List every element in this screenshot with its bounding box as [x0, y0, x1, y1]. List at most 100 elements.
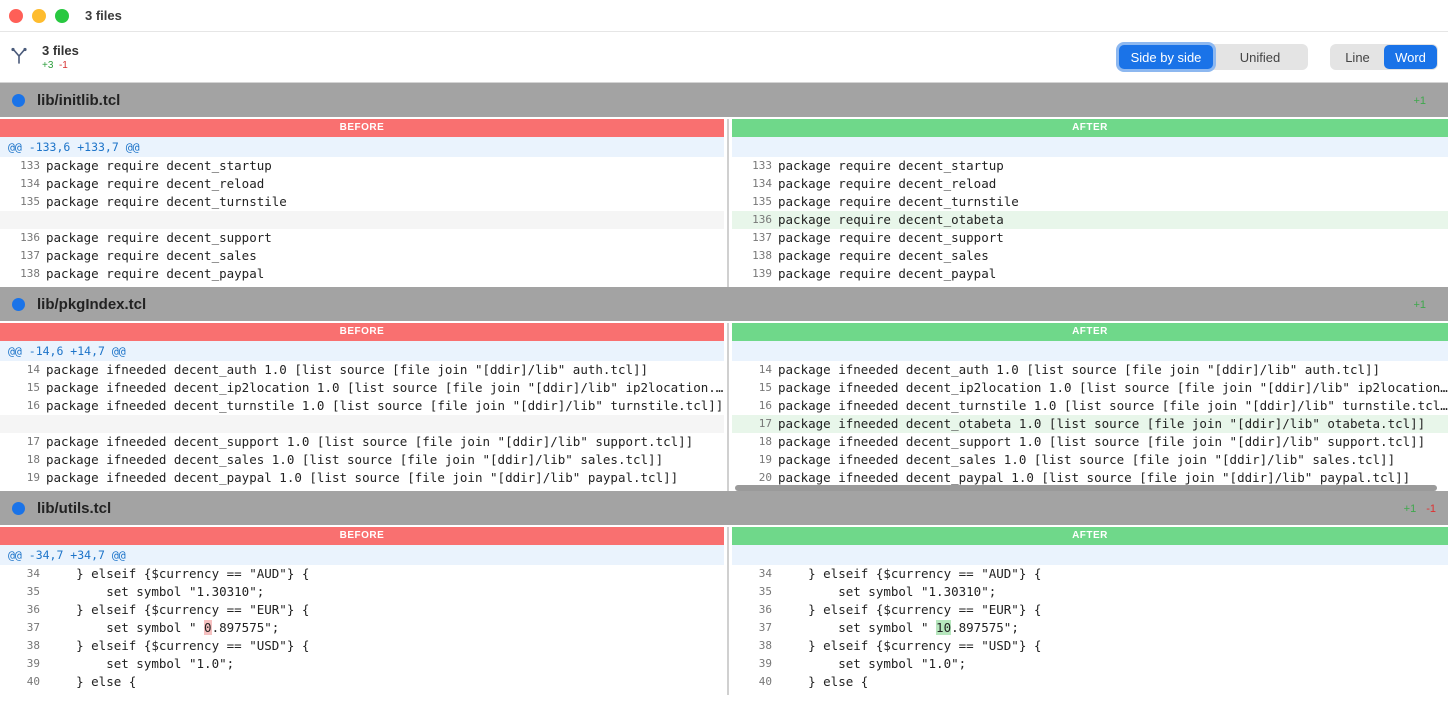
- diff-line: 19 package ifneeded decent_paypal 1.0 [li…: [0, 469, 724, 487]
- checkmark-icon[interactable]: [12, 94, 25, 107]
- diff-line: 136 package require decent_support: [0, 229, 724, 247]
- pane-divider[interactable]: [727, 527, 729, 695]
- line-number: 40: [26, 675, 40, 688]
- line-code: package require decent_reload: [46, 176, 265, 191]
- line-code: } elseif {$currency == "USD"} {: [46, 638, 310, 653]
- summary-additions: +3: [42, 60, 54, 71]
- line-code: package require decent_support: [46, 230, 272, 245]
- line-number: 133: [752, 159, 772, 172]
- pane-divider[interactable]: [727, 323, 729, 491]
- line-number: 138: [20, 267, 40, 280]
- line-number: [0, 211, 46, 229]
- diff-line: 14 package ifneeded decent_auth 1.0 [list…: [732, 361, 1448, 379]
- line-code: package ifneeded decent_sales 1.0 [list …: [778, 452, 1396, 467]
- line-number: 19: [26, 471, 40, 484]
- line-button[interactable]: Line: [1331, 45, 1384, 69]
- file-name: lib/pkgIndex.tcl: [37, 296, 147, 313]
- diff-line: 39 set symbol "1.0";: [0, 655, 724, 673]
- diff-line: 35 set symbol "1.30310";: [0, 583, 724, 601]
- line-code: package ifneeded decent_sales 1.0 [list …: [46, 452, 664, 467]
- word-deletion-highlight: 0: [204, 620, 212, 635]
- before-label: BEFORE: [0, 119, 724, 137]
- line-number: 35: [758, 585, 772, 598]
- file-header[interactable]: lib/utils.tcl +1 -1: [0, 491, 1448, 525]
- diff-line: 14 package ifneeded decent_auth 1.0 [list…: [0, 361, 724, 379]
- close-window-button[interactable]: [9, 9, 23, 23]
- word-addition-highlight: 10: [936, 620, 952, 635]
- word-button[interactable]: Word: [1384, 45, 1437, 69]
- window-title: 3 files: [85, 8, 122, 23]
- diff-line: 34 } elseif {$currency == "AUD"} {: [0, 565, 724, 583]
- line-number: [0, 415, 46, 433]
- diff-line: 38 } elseif {$currency == "USD"} {: [732, 637, 1448, 655]
- pane-divider[interactable]: [727, 119, 729, 287]
- diff-line: 15 package ifneeded decent_ip2location 1.…: [732, 379, 1448, 397]
- file-additions: +1: [1403, 503, 1417, 515]
- line-code: package require decent_turnstile: [46, 194, 287, 209]
- after-pane: AFTER 133 package require decent_startup 13…: [732, 119, 1448, 287]
- zoom-window-button[interactable]: [55, 9, 69, 23]
- line-number: 39: [26, 657, 40, 670]
- hunk-header: @@ -34,7 +34,7 @@: [0, 545, 724, 565]
- line-number: 137: [752, 231, 772, 244]
- minimize-window-button[interactable]: [32, 9, 46, 23]
- line-code: package require decent_paypal: [778, 266, 997, 281]
- hunk-header: [732, 137, 1448, 157]
- line-code: package ifneeded decent_auth 1.0 [list s…: [778, 362, 1381, 377]
- diff-line: 36 } elseif {$currency == "EUR"} {: [732, 601, 1448, 619]
- diff-line: 18 package ifneeded decent_sales 1.0 [lis…: [0, 451, 724, 469]
- diff-line: 133 package require decent_startup: [732, 157, 1448, 175]
- diff-line: 137 package require decent_support: [732, 229, 1448, 247]
- file-header[interactable]: lib/pkgIndex.tcl +1: [0, 287, 1448, 321]
- line-code: set symbol " 0.897575";: [46, 619, 724, 637]
- side-by-side-button[interactable]: Side by side: [1119, 45, 1213, 69]
- diff-line: 35 set symbol "1.30310";: [732, 583, 1448, 601]
- line-number: 135: [752, 195, 772, 208]
- diff-line: 34 } elseif {$currency == "AUD"} {: [732, 565, 1448, 583]
- line-code: package ifneeded decent_auth 1.0 [list s…: [46, 362, 649, 377]
- file-header[interactable]: lib/initlib.tcl +1: [0, 83, 1448, 117]
- checkmark-icon[interactable]: [12, 298, 25, 311]
- diff-line: 18 package ifneeded decent_support 1.0 [l…: [732, 433, 1448, 451]
- line-number: 38: [758, 639, 772, 652]
- file-stats: +1: [1413, 95, 1436, 107]
- diff-line: 37 set symbol " 10.897575";: [732, 619, 1448, 637]
- line-code: } elseif {$currency == "EUR"} {: [46, 602, 310, 617]
- line-number: 17: [758, 417, 772, 430]
- file-name: lib/utils.tcl: [37, 500, 112, 517]
- line-number: 16: [26, 399, 40, 412]
- line-code: } else {: [46, 674, 137, 689]
- line-number: 37: [26, 621, 40, 634]
- diff-line: [0, 211, 724, 229]
- line-code: package ifneeded decent_turnstile 1.0 [l…: [778, 398, 1448, 413]
- line-number: 139: [752, 267, 772, 280]
- file-section: lib/initlib.tcl +1 BEFORE @@ -133,6 +133,…: [0, 83, 1448, 287]
- line-code: set symbol "1.0";: [46, 656, 235, 671]
- hunk-header: [732, 341, 1448, 361]
- before-pane: BEFORE @@ -133,6 +133,7 @@ 133 package requ…: [0, 119, 724, 287]
- line-code: } elseif {$currency == "USD"} {: [778, 638, 1042, 653]
- diff-line: 133 package require decent_startup: [0, 157, 724, 175]
- line-code: package require decent_reload: [778, 176, 997, 191]
- code-segment: set symbol ": [46, 620, 205, 635]
- line-number: 37: [758, 621, 772, 634]
- code-segment: .897575";: [951, 620, 1019, 635]
- before-label: BEFORE: [0, 323, 724, 341]
- after-label: AFTER: [732, 119, 1448, 137]
- line-code: package ifneeded decent_otabeta 1.0 [lis…: [778, 416, 1426, 431]
- checkmark-icon[interactable]: [12, 502, 25, 515]
- diff-granularity-control: Line Word: [1330, 44, 1438, 70]
- line-number: 133: [20, 159, 40, 172]
- line-code: set symbol " 10.897575";: [778, 619, 1448, 637]
- diff-line: 137 package require decent_sales: [0, 247, 724, 265]
- unified-button[interactable]: Unified: [1213, 45, 1307, 69]
- diff-line: 40 } else {: [0, 673, 724, 691]
- line-code: package require decent_otabeta: [778, 212, 1004, 227]
- line-number: 39: [758, 657, 772, 670]
- line-code: set symbol "1.30310";: [46, 584, 265, 599]
- line-number: 138: [752, 249, 772, 262]
- line-number: 40: [758, 675, 772, 688]
- toolbar: 3 files +3 -1 Side by side Unified Line …: [0, 32, 1448, 83]
- file-stats: +1: [1413, 299, 1436, 311]
